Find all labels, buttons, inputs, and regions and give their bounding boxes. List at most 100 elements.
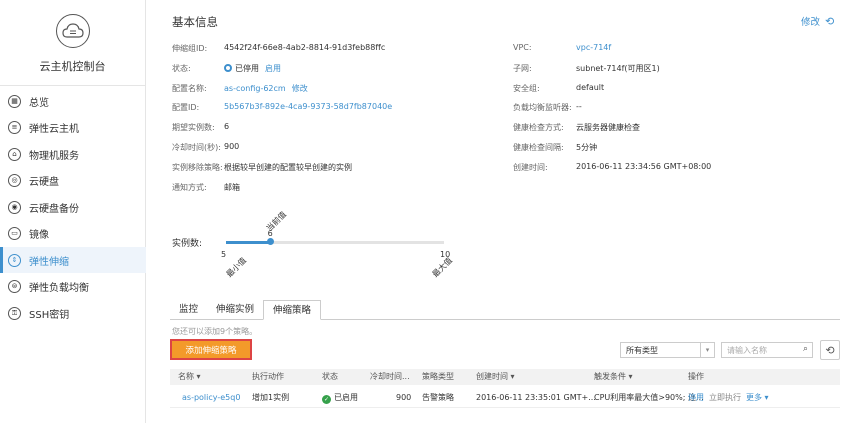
cell-created: 2016-06-11 23:35:01 GMT+...	[476, 388, 596, 408]
cell-name[interactable]: as-policy-e5q0	[182, 388, 240, 408]
table-refresh-button[interactable]: ⟲	[820, 340, 840, 360]
info-value-text: 云服务器健康检查	[576, 123, 640, 133]
column-header[interactable]: 创建时间 ▾	[476, 369, 515, 385]
info-row: 冷却时间(秒): 900	[172, 142, 239, 153]
sidebar-item-label: 物理机服务	[29, 150, 79, 162]
info-value: default	[576, 83, 604, 92]
info-row: 健康检查间隔: 5分钟	[513, 142, 597, 153]
edit-button[interactable]: 修改 ⟲	[801, 14, 834, 29]
search-icon[interactable]: ⌕	[803, 344, 808, 354]
cell-text: 900	[396, 393, 412, 402]
tab[interactable]: 伸缩实例	[207, 300, 263, 319]
info-row: 创建时间: 2016-06-11 23:34:56 GMT+08:00	[513, 162, 711, 173]
info-value-text: 2016-06-11 23:34:56 GMT+08:00	[576, 161, 712, 171]
info-value[interactable]: as-config-62cm 修改	[224, 83, 308, 94]
status-enabled-icon: ✓	[322, 395, 331, 404]
info-value-text: vpc-714f	[576, 43, 612, 52]
info-key: 伸缩组ID:	[172, 44, 208, 53]
disk-backup-icon: ◉	[8, 200, 21, 214]
info-key: 状态:	[172, 63, 191, 73]
info-value-text: 6	[224, 122, 230, 132]
policy-type-value: 所有类型	[626, 345, 658, 355]
info-key: 创建时间:	[513, 162, 548, 172]
sidebar-item-label: 弹性伸缩	[29, 256, 69, 268]
console-title: 云主机控制台	[39, 60, 106, 73]
disk-icon: ◎	[8, 174, 21, 187]
min-value: 5	[221, 250, 227, 259]
info-row: 健康检查方式: 云服务器健康检查	[513, 122, 640, 133]
info-value[interactable]: 5b567b3f-892e-4ca9-9373-58d7fb87040e	[224, 102, 392, 111]
min-value-label: 最小值	[224, 255, 249, 280]
instance-count-track	[226, 241, 444, 244]
policy-quota-hint: 您还可以添加9个策略。	[172, 327, 258, 336]
status-stopped-icon	[224, 63, 232, 72]
info-row: 配置ID: 5b567b3f-892e-4ca9-9373-58d7fb87040…	[172, 102, 392, 113]
chevron-down-icon[interactable]: ▾	[700, 343, 714, 357]
info-key: 健康检查方式:	[513, 123, 564, 133]
basic-info-title: 基本信息	[172, 15, 218, 29]
instance-count-fill	[226, 241, 270, 244]
sidebar-item[interactable]: ▭ 镜像	[0, 221, 146, 247]
info-row: 状态: 已停用 启用	[172, 63, 281, 74]
cell-type: 告警策略	[422, 388, 454, 408]
image-icon: ▭	[8, 227, 21, 240]
cell-ops: 停用 立即执行 更多 ▾	[688, 388, 774, 408]
info-value-text: subnet-714f(可用区1)	[576, 63, 660, 73]
add-scaling-policy-button[interactable]: 添加伸缩策略	[170, 339, 252, 360]
info-value-text: --	[576, 102, 582, 112]
info-value[interactable]: vpc-714f	[576, 43, 611, 52]
sidebar-item[interactable]: ⊜ 弹性负载均衡	[0, 274, 146, 300]
info-value: 4542f24f-66e8-4ab2-8814-91d3feb88ffc	[224, 43, 385, 52]
row-action-link[interactable]: 更多 ▾	[746, 393, 769, 402]
tab[interactable]: 伸缩策略	[263, 300, 322, 320]
info-value: --	[576, 102, 582, 111]
cell-cooldown: 900	[396, 388, 411, 408]
table-header: 名称 ▾ 执行动作 状态 冷却时间... 策略类型 创建时间 ▾ 触发条件 ▾ 操作	[170, 369, 840, 385]
column-header[interactable]: 名称 ▾	[178, 369, 201, 385]
info-value: 云服务器健康检查	[576, 122, 640, 133]
table-row: as-policy-e5q0 增加1实例 ✓ 已启用 900 告警策略 2016-06-11…	[170, 388, 840, 408]
info-key: 负载均衡监听器:	[513, 103, 572, 113]
info-value: subnet-714f(可用区1)	[576, 63, 660, 74]
detail-tabs: 监控 伸缩实例 伸缩策略	[170, 300, 840, 320]
info-action-link[interactable]: 启用	[265, 64, 281, 73]
current-value-knob	[266, 238, 274, 245]
row-action-link[interactable]: 立即执行	[709, 393, 741, 402]
cell-text: 已启用	[334, 393, 358, 402]
info-row: 负载均衡监听器: --	[513, 102, 582, 113]
sidebar-item[interactable]: ⌂ 物理机服务	[0, 141, 146, 167]
info-row: 配置名称: as-config-62cm 修改	[172, 83, 308, 94]
cell-action: 增加1实例	[252, 388, 289, 408]
sidebar-item[interactable]: ⚿ SSH密钥	[0, 300, 146, 326]
server-icon: ≡	[8, 121, 21, 134]
policy-type-select[interactable]: 所有类型 ▾	[620, 342, 715, 358]
info-row: 期望实例数: 6	[172, 122, 229, 133]
info-value: 6	[224, 122, 229, 131]
info-value-text: 5分钟	[576, 143, 598, 152]
column-header: 策略类型	[422, 372, 454, 381]
overview-icon: ▦	[8, 94, 21, 108]
info-key: 通知方式:	[172, 182, 207, 192]
sidebar-item[interactable]: ◉ 云硬盘备份	[0, 194, 146, 220]
refresh-icon[interactable]: ⟲	[825, 15, 834, 28]
row-action-link[interactable]: 停用	[688, 393, 704, 402]
sidebar-item[interactable]: ⇕ 弹性伸缩	[0, 247, 146, 273]
sidebar-item[interactable]: ≡ 弹性云主机	[0, 115, 146, 141]
sidebar-item[interactable]: ▦ 总览	[0, 88, 146, 114]
info-key: 配置ID:	[172, 103, 200, 113]
physical-machine-icon: ⌂	[8, 147, 21, 161]
sidebar-item-label: 镜像	[29, 230, 49, 241]
info-action-link[interactable]: 修改	[292, 84, 308, 93]
info-key: VPC:	[513, 43, 532, 52]
info-value-text: 900	[224, 142, 240, 151]
current-value-label: 当前值	[264, 209, 288, 234]
search-input[interactable]: 请输入名称 ⌕	[721, 342, 813, 358]
cell-text: 告警策略	[422, 393, 454, 402]
tab[interactable]: 监控	[170, 300, 207, 319]
main-content: 基本信息 修改 ⟲ 伸缩组ID: 4542f24f-66e8-4ab2-8814-…	[146, 0, 850, 423]
sidebar: 云主机控制台 ▦ 总览 ≡ 弹性云主机 ⌂ 物理机服务 ◎ 云硬盘 ◉ 云硬盘备份 ▭ 镜像 ⇕ 弹性伸缩…	[0, 0, 146, 423]
info-value-text: 已停用	[235, 63, 259, 73]
sidebar-item[interactable]: ◎ 云硬盘	[0, 168, 146, 194]
column-header[interactable]: 触发条件 ▾	[594, 369, 633, 385]
sidebar-item-label: 总览	[29, 97, 49, 109]
